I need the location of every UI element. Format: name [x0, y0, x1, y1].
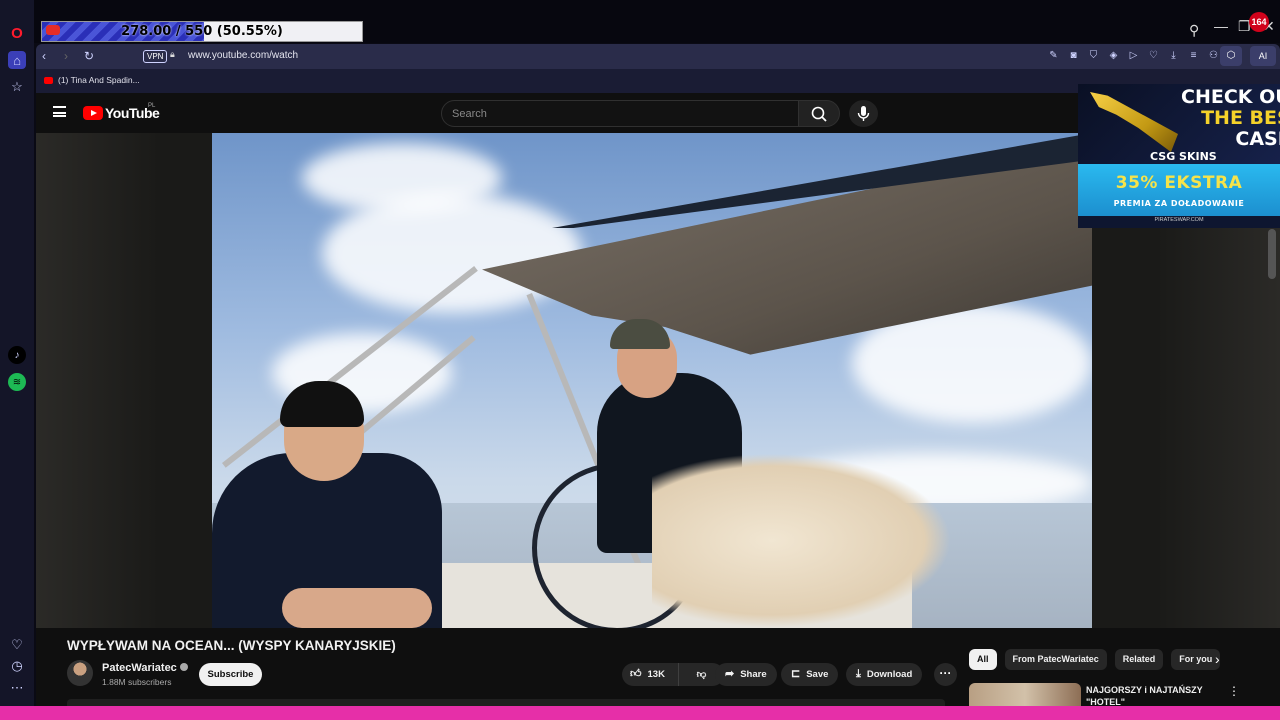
recommendation-chips: All From PatecWariatec Related For you: [969, 649, 1221, 670]
description-box[interactable]: [67, 699, 945, 706]
toolbar-icons: ✎ ◙ ⛉ ◈ ▷ ♡ ⤓ ≡ ⚇: [1047, 48, 1220, 63]
ad-line-3: CASE: [1235, 128, 1280, 150]
ad-banner[interactable]: CHECK OU THE BES CASE CSG SKINS 35% EKST…: [1078, 84, 1280, 228]
ad-promo-panel: 35% EKSTRA PREMIA ZA DOŁADOWANIE: [1078, 164, 1280, 216]
stream-goal-text: 278.00 / 550 (50.55%): [121, 24, 283, 39]
subscribe-button[interactable]: Subscribe: [199, 663, 262, 686]
url-field[interactable]: www.youtube.com/watch: [188, 50, 298, 61]
profile-icon[interactable]: ⚇: [1207, 48, 1220, 63]
ad-headline: CHECK OU THE BES CASE: [1181, 87, 1280, 150]
share-button[interactable]: ➦ Share: [715, 663, 777, 686]
heart-toolbar-icon[interactable]: ♡: [1147, 48, 1160, 63]
thumbs-down-icon: 👎︎: [696, 669, 707, 680]
extension-icon[interactable]: ◈: [1107, 48, 1120, 63]
shield-icon[interactable]: ⛉: [1087, 48, 1100, 63]
youtube-favicon-icon: [44, 77, 53, 85]
lock-icon[interactable]: 🔒︎: [170, 49, 175, 60]
home-icon[interactable]: ⌂: [8, 51, 26, 69]
ai-button[interactable]: AI: [1250, 46, 1276, 66]
tiktok-icon[interactable]: ♪: [8, 346, 26, 364]
play-icon[interactable]: ▷: [1127, 48, 1140, 63]
search-icon: [811, 106, 827, 122]
scrollbar[interactable]: [1268, 229, 1276, 279]
chip-for-you[interactable]: For you: [1171, 649, 1221, 670]
channel-name-text: PatecWariatec: [102, 662, 177, 674]
like-button[interactable]: 👍︎ 13K: [622, 663, 677, 686]
share-icon: ➦: [725, 668, 735, 680]
search-button[interactable]: [798, 100, 840, 127]
window-search-icon[interactable]: ⚲: [1189, 22, 1199, 39]
more-icon[interactable]: ⋯: [8, 679, 26, 697]
verified-icon: [179, 663, 188, 671]
thumbs-up-icon: 👍︎: [630, 668, 642, 680]
heart-icon[interactable]: ♡: [8, 636, 26, 654]
edit-icon[interactable]: ✎: [1047, 48, 1060, 63]
screen: 278.00 / 550 (50.55%) ⚲ — ❐ ✕ 164 O ⌂ ☆ …: [0, 0, 1280, 720]
opera-icon[interactable]: O: [8, 24, 26, 42]
reload-icon[interactable]: ↻: [84, 49, 94, 63]
ad-brand: CSG SKINS: [1150, 150, 1217, 163]
like-count: 13K: [647, 669, 665, 680]
ad-line-2: THE BES: [1201, 107, 1280, 129]
mic-icon: [857, 106, 870, 121]
back-icon[interactable]: ‹: [42, 49, 46, 63]
bottom-color-strip: [0, 706, 1280, 720]
address-bar: ‹ › ↻ VPN 🔒︎ www.youtube.com/watch ✎ ◙ ⛉…: [36, 44, 1280, 69]
region-code: PL: [148, 103, 156, 109]
search-input[interactable]: [442, 101, 798, 126]
like-dislike-group: 👍︎ 13K 👎︎: [622, 663, 724, 686]
recommendation-thumbnail[interactable]: [969, 683, 1081, 706]
chip-related[interactable]: Related: [1114, 649, 1164, 670]
search-box: [441, 100, 799, 127]
forward-icon[interactable]: ›: [64, 49, 68, 63]
stream-goal-bar: 278.00 / 550 (50.55%): [41, 21, 363, 42]
save-label: Save: [806, 669, 829, 680]
download-label: Download: [866, 669, 913, 680]
save-button[interactable]: ⊏ Save: [781, 663, 839, 686]
notification-badge: 164: [1249, 12, 1269, 32]
recommendation-title[interactable]: NAJGORSZY i NAJTAŃSZY "HOTEL": [1086, 684, 1216, 706]
camera-icon[interactable]: ◙: [1067, 48, 1080, 63]
star-icon[interactable]: ☆: [8, 78, 26, 96]
ad-top-panel: CHECK OU THE BES CASE CSG SKINS: [1078, 84, 1280, 164]
minimize-icon[interactable]: —: [1214, 18, 1228, 34]
ad-promo: 35% EKSTRA: [1115, 173, 1243, 193]
youtube-logo-icon[interactable]: [83, 106, 103, 120]
download-arrow-icon: ⤓: [856, 668, 861, 680]
video-title: WYPŁYWAM NA OCEAN... (WYSPY KANARYJSKIE): [67, 638, 396, 653]
chip-all[interactable]: All: [969, 649, 997, 670]
bookmark-item[interactable]: (1) Tina And Spadin...: [44, 75, 140, 85]
cube-icon[interactable]: ⬡: [1220, 46, 1242, 66]
chip-from-channel[interactable]: From PatecWariatec: [1004, 649, 1107, 670]
knife-graphic-icon: [1090, 92, 1178, 152]
browser-sidebar: O ⌂ ☆ ♪ ≋ ♡ ◷ ⋯: [0, 0, 34, 706]
ad-footer: PIRATESWAP.COM: [1154, 217, 1204, 223]
spotify-icon[interactable]: ≋: [8, 373, 26, 391]
chevron-right-icon[interactable]: ›: [1215, 651, 1220, 667]
ad-promo-sub: PREMIA ZA DOŁADOWANIE: [1113, 199, 1245, 208]
vpn-badge[interactable]: VPN: [143, 50, 168, 63]
subscriber-count: 1.88M subscribers: [102, 677, 172, 687]
channel-name[interactable]: PatecWariatec: [102, 662, 188, 674]
download-button[interactable]: ⤓ Download: [846, 663, 923, 686]
share-label: Share: [740, 669, 767, 680]
voice-search-button[interactable]: [849, 100, 878, 127]
menu-icon[interactable]: ≡: [1187, 48, 1200, 63]
more-actions-icon[interactable]: ···: [934, 663, 957, 686]
download-icon[interactable]: ⤓: [1167, 48, 1180, 63]
recommendation-menu-icon[interactable]: ⋮: [1228, 684, 1240, 698]
ad-line-1: CHECK OU: [1181, 86, 1280, 108]
video-frame[interactable]: [212, 133, 1092, 628]
channel-avatar[interactable]: [67, 660, 93, 686]
window-titlebar: 278.00 / 550 (50.55%) ⚲ — ❐ ✕ 164: [0, 0, 1280, 43]
bookmark-icon: ⊏: [791, 668, 801, 680]
hamburger-menu-icon[interactable]: [53, 106, 66, 117]
history-icon[interactable]: ◷: [8, 657, 26, 675]
bookmark-label: (1) Tina And Spadin...: [58, 75, 140, 85]
